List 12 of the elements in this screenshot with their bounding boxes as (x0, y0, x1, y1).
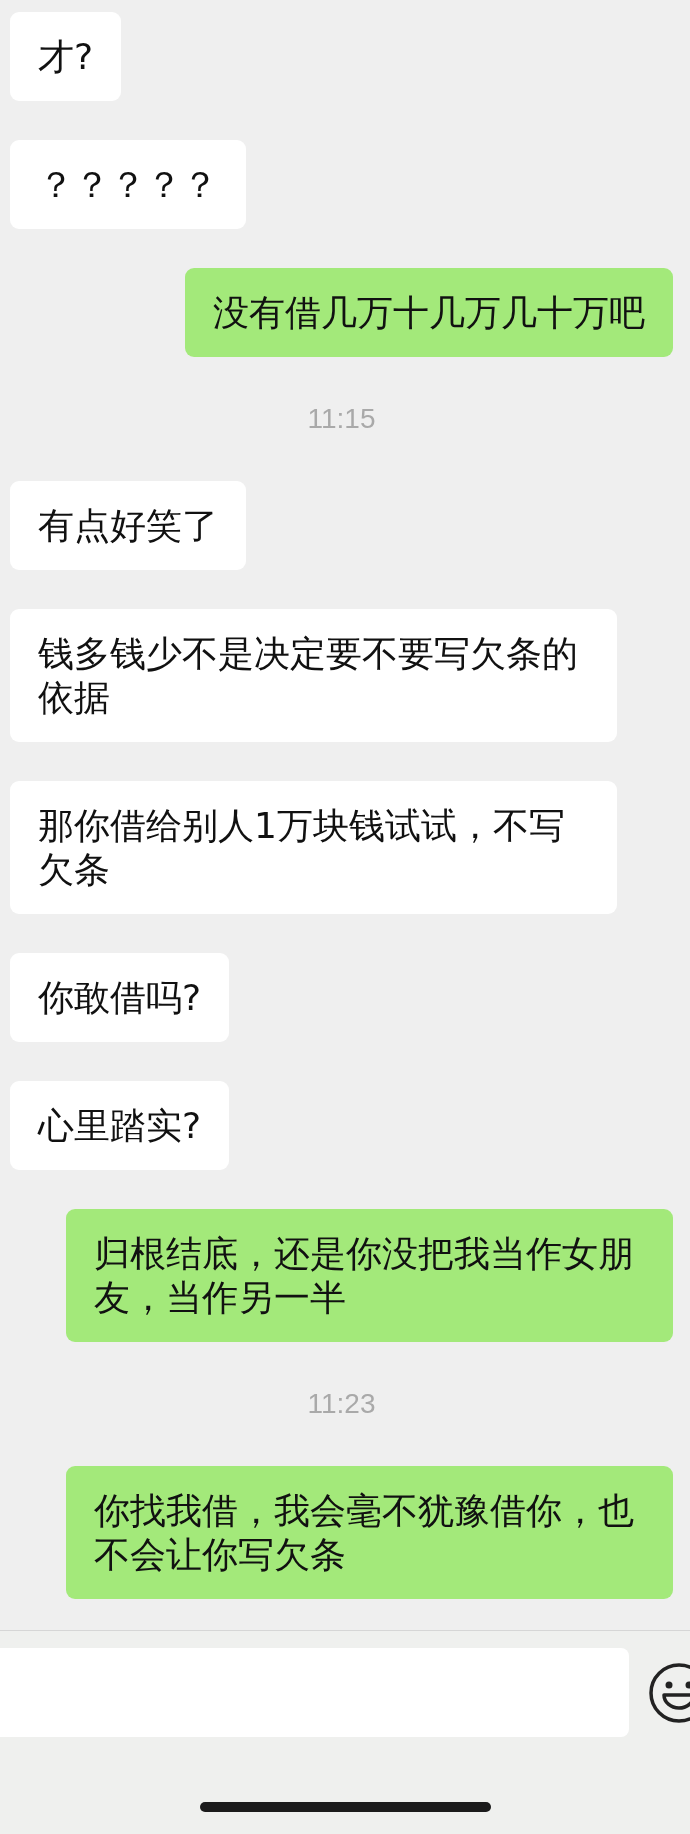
message-bubble: 没有借几万十几万几十万吧 (185, 268, 673, 357)
message-bubble: 钱多钱少不是决定要不要写欠条的依据 (10, 609, 617, 742)
timestamp: 11:23 (307, 1387, 376, 1421)
message-bubble: 心里踏实? (10, 1081, 230, 1170)
message-bubble: 归根结底，还是你没把我当作女朋友，当作另一半 (66, 1209, 673, 1342)
message-bubble: 那你借给别人1万块钱试试，不写欠条 (10, 781, 617, 914)
message-bubble: 才? (10, 12, 122, 101)
message-bubble: 有点好笑了 (10, 481, 246, 570)
message-bubble: 你找我借，我会毫不犹豫借你，也不会让你写欠条 (66, 1466, 673, 1599)
timestamp: 11:15 (307, 402, 376, 436)
message-bubble: ？？？？？ (10, 140, 246, 229)
message-bubble: 你敢借吗? (10, 953, 230, 1042)
